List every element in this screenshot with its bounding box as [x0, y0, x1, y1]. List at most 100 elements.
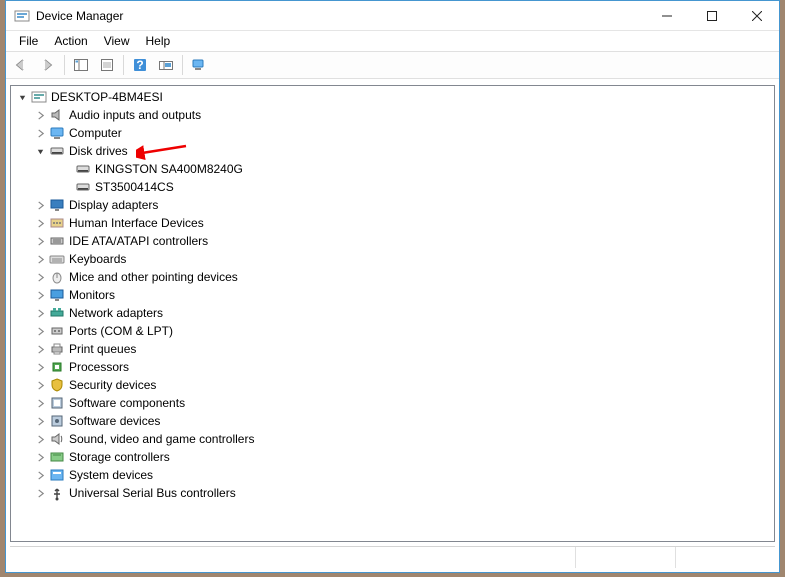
expand-chevron[interactable] [33, 108, 47, 122]
tree-item-label: Sound, video and game controllers [69, 432, 254, 446]
close-button[interactable] [734, 1, 779, 30]
tree-item-storage[interactable]: Storage controllers [11, 448, 774, 466]
display-icon [49, 197, 65, 213]
disk-icon [49, 143, 65, 159]
expand-chevron[interactable] [33, 468, 47, 482]
toolbar-separator [64, 55, 65, 75]
tree-item-label: Mice and other pointing devices [69, 270, 238, 284]
tree-item-label: DESKTOP-4BM4ESI [51, 90, 163, 104]
tree-item-printer[interactable]: Print queues [11, 340, 774, 358]
tree-item-label: Network adapters [69, 306, 163, 320]
expand-chevron[interactable] [33, 306, 47, 320]
menu-action[interactable]: Action [47, 32, 94, 50]
tree-item-security[interactable]: Security devices [11, 376, 774, 394]
content-area: DESKTOP-4BM4ESI Audio inputs and outputs C… [6, 79, 779, 572]
titlebar: Device Manager [6, 1, 779, 31]
expand-chevron[interactable] [15, 90, 29, 104]
expand-chevron[interactable] [33, 198, 47, 212]
svg-text:?: ? [136, 58, 143, 72]
expand-chevron[interactable] [33, 360, 47, 374]
tree-item-label: Ports (COM & LPT) [69, 324, 173, 338]
show-hide-tree-button[interactable] [69, 53, 93, 77]
expand-chevron[interactable] [33, 288, 47, 302]
expand-chevron[interactable] [33, 252, 47, 266]
scan-hardware-button[interactable] [154, 53, 178, 77]
statusbar [10, 546, 775, 568]
tree-item-hid[interactable]: Human Interface Devices [11, 214, 774, 232]
expand-chevron[interactable] [33, 324, 47, 338]
tree-item-mouse[interactable]: Mice and other pointing devices [11, 268, 774, 286]
system-icon [49, 467, 65, 483]
tree-item-ide[interactable]: IDE ATA/ATAPI controllers [11, 232, 774, 250]
computer-icon [49, 125, 65, 141]
maximize-button[interactable] [689, 1, 734, 30]
expand-chevron[interactable] [33, 432, 47, 446]
menubar: File Action View Help [6, 31, 779, 51]
security-icon [49, 377, 65, 393]
swdev-icon [49, 413, 65, 429]
expand-chevron[interactable] [33, 270, 47, 284]
tree-item-label: Display adapters [69, 198, 158, 212]
toolbar: ? [6, 51, 779, 79]
tree-item-network[interactable]: Network adapters [11, 304, 774, 322]
toolbar-separator [182, 55, 183, 75]
menu-view[interactable]: View [97, 32, 137, 50]
expand-chevron[interactable] [33, 144, 47, 158]
expand-chevron[interactable] [59, 162, 73, 176]
tree-item-computer[interactable]: Computer [11, 124, 774, 142]
tree-child-disk[interactable]: ST3500414CS [11, 178, 774, 196]
tree-item-label: ST3500414CS [95, 180, 174, 194]
tree-item-label: IDE ATA/ATAPI controllers [69, 234, 208, 248]
tree-child-disk[interactable]: KINGSTON SA400M8240G [11, 160, 774, 178]
tree-item-label: Storage controllers [69, 450, 170, 464]
menu-file[interactable]: File [12, 32, 45, 50]
expand-chevron[interactable] [33, 342, 47, 356]
expand-chevron[interactable] [59, 180, 73, 194]
help-button[interactable]: ? [128, 53, 152, 77]
devices-button[interactable] [187, 53, 211, 77]
forward-button[interactable] [36, 53, 60, 77]
expand-chevron[interactable] [33, 396, 47, 410]
tree-item-keyboard[interactable]: Keyboards [11, 250, 774, 268]
tree-item-audio[interactable]: Audio inputs and outputs [11, 106, 774, 124]
hid-icon [49, 215, 65, 231]
tree-item-swdev[interactable]: Software devices [11, 412, 774, 430]
expand-chevron[interactable] [33, 486, 47, 500]
tree-item-usb[interactable]: Universal Serial Bus controllers [11, 484, 774, 502]
tree-item-label: Processors [69, 360, 129, 374]
properties-button[interactable] [95, 53, 119, 77]
minimize-button[interactable] [644, 1, 689, 30]
expand-chevron[interactable] [33, 378, 47, 392]
tree-item-label: Software devices [69, 414, 160, 428]
tree-item-port[interactable]: Ports (COM & LPT) [11, 322, 774, 340]
ide-icon [49, 233, 65, 249]
swcomp-icon [49, 395, 65, 411]
mouse-icon [49, 269, 65, 285]
tree-item-cpu[interactable]: Processors [11, 358, 774, 376]
device-manager-window: Device Manager File Action View Help ? D… [5, 0, 780, 573]
expand-chevron[interactable] [33, 216, 47, 230]
back-button[interactable] [10, 53, 34, 77]
expand-chevron[interactable] [33, 126, 47, 140]
tree-item-swcomp[interactable]: Software components [11, 394, 774, 412]
tree-item-monitor[interactable]: Monitors [11, 286, 774, 304]
device-tree[interactable]: DESKTOP-4BM4ESI Audio inputs and outputs C… [10, 85, 775, 542]
window-title: Device Manager [36, 9, 644, 23]
tree-item-label: Computer [69, 126, 122, 140]
menu-help[interactable]: Help [139, 32, 178, 50]
storage-icon [49, 449, 65, 465]
tree-item-label: Audio inputs and outputs [69, 108, 201, 122]
tree-item-system[interactable]: System devices [11, 466, 774, 484]
disk-icon [75, 179, 91, 195]
tree-item-sound[interactable]: Sound, video and game controllers [11, 430, 774, 448]
expand-chevron[interactable] [33, 450, 47, 464]
sound-icon [49, 431, 65, 447]
tree-item-label: Human Interface Devices [69, 216, 204, 230]
tree-item-label: KINGSTON SA400M8240G [95, 162, 243, 176]
expand-chevron[interactable] [33, 414, 47, 428]
tree-root[interactable]: DESKTOP-4BM4ESI [11, 88, 774, 106]
network-icon [49, 305, 65, 321]
expand-chevron[interactable] [33, 234, 47, 248]
tree-item-display[interactable]: Display adapters [11, 196, 774, 214]
tree-item-disk[interactable]: Disk drives [11, 142, 774, 160]
